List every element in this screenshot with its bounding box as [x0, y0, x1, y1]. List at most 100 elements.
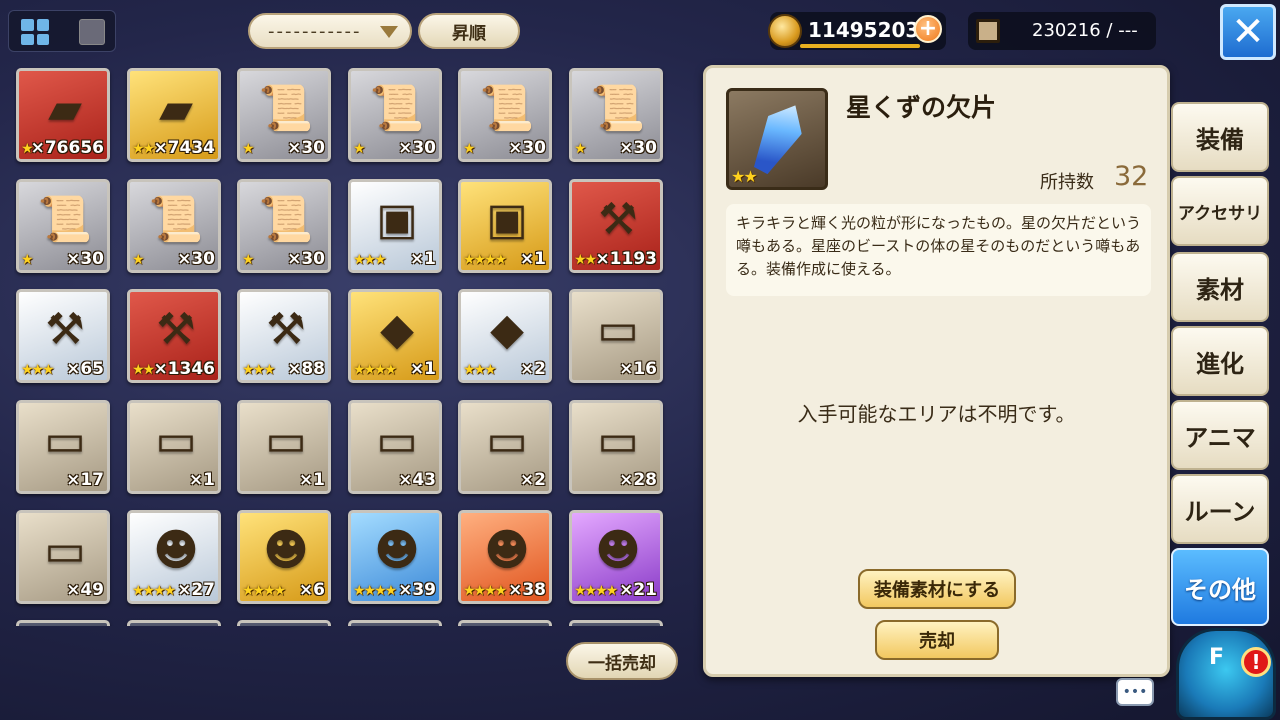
item-quantity: ×7434: [153, 138, 215, 158]
inventory-item[interactable]: ⚒ ★★★ ×65: [16, 289, 110, 383]
tab-other[interactable]: その他: [1171, 548, 1269, 626]
inventory-item[interactable]: [348, 620, 442, 626]
item-rarity-stars: ★★★★: [242, 583, 286, 599]
inventory-item[interactable]: 📜 ★ ×30: [127, 179, 221, 273]
ticket-icon: ▭: [265, 415, 307, 466]
sell-button[interactable]: 売却: [875, 620, 999, 660]
inventory-item[interactable]: 📜 ★ ×30: [569, 68, 663, 162]
inventory-item[interactable]: ▭ ×28: [569, 400, 663, 494]
assistant-mascot[interactable]: F !: [1176, 628, 1276, 720]
inventory-item[interactable]: 📜 ★ ×30: [237, 179, 331, 273]
item-rarity-stars: ★: [242, 252, 254, 268]
inventory-item[interactable]: ☻ ★★★★ ×6: [237, 510, 331, 604]
inventory-item[interactable]: ▭ ×43: [348, 400, 442, 494]
inventory-item[interactable]: ▭ ×16: [569, 289, 663, 383]
inventory-item[interactable]: ▭ ×1: [127, 400, 221, 494]
item-name: 星くずの欠片: [846, 93, 997, 122]
inventory-item[interactable]: ⚒ ★★ ×1346: [127, 289, 221, 383]
item-rarity-stars: ★: [132, 252, 144, 268]
tab-anima[interactable]: アニマ: [1171, 400, 1269, 470]
inventory-item[interactable]: 📜 ★ ×30: [237, 68, 331, 162]
inventory-item[interactable]: ▣ ★★★ ×1: [348, 179, 442, 273]
item-rarity-stars: ★★: [132, 362, 155, 378]
inventory-item[interactable]: ◆ ★★★★ ×1: [348, 289, 442, 383]
item-rarity-stars: ★★: [132, 141, 155, 157]
inventory-item[interactable]: [237, 620, 331, 626]
inventory-item[interactable]: ▰ ★★ ×7434: [127, 68, 221, 162]
inventory-item[interactable]: [458, 620, 552, 626]
inventory-item[interactable]: ☻ ★★★★ ×27: [127, 510, 221, 604]
inventory-item[interactable]: ⚒ ★★★ ×88: [237, 289, 331, 383]
tab-equipment[interactable]: 装備: [1171, 102, 1269, 172]
sort-button[interactable]: 昇順: [418, 13, 520, 49]
inventory-item[interactable]: 📜 ★ ×30: [458, 68, 552, 162]
inventory-item[interactable]: 📜 ★ ×30: [348, 68, 442, 162]
creature-head-icon: ☻: [484, 525, 530, 576]
item-quantity: ×30: [619, 138, 657, 158]
creature-head-icon: ☻: [374, 525, 420, 576]
blueprint-icon: 📜: [590, 83, 646, 134]
inventory-item[interactable]: ▰ ★ ×76656: [16, 68, 110, 162]
item-quantity: ×30: [177, 249, 215, 269]
add-gold-button[interactable]: +: [914, 15, 942, 43]
gold-value: 11495203: [808, 18, 920, 42]
inventory-item[interactable]: [16, 620, 110, 626]
red-crystal-icon: ◆: [380, 304, 414, 355]
inventory-item[interactable]: ▭ ×49: [16, 510, 110, 604]
item-quantity: ×6: [298, 580, 325, 600]
chat-icon[interactable]: •••: [1116, 678, 1154, 706]
grid-view-icon[interactable]: [21, 19, 49, 45]
close-button[interactable]: ✕: [1220, 4, 1276, 60]
tab-rune[interactable]: ルーン: [1171, 474, 1269, 544]
item-quantity: ×2: [519, 470, 546, 490]
capacity-value: 230216 / ---: [1032, 20, 1138, 41]
blueprint-icon: 📜: [37, 194, 93, 245]
inventory-item[interactable]: ▭ ×1: [237, 400, 331, 494]
list-view-icon[interactable]: [79, 19, 105, 45]
item-quantity: ×28: [619, 470, 657, 490]
blueprint-icon: 📜: [148, 194, 204, 245]
selected-item-icon: ★★: [726, 88, 828, 190]
item-quantity: ×76656: [30, 138, 104, 158]
bulk-sell-button[interactable]: 一括売却: [566, 642, 678, 680]
item-description: キラキラと輝く光の粒が形になったもの。星の欠片だという噂もある。星座のビーストの…: [726, 204, 1151, 296]
inventory-item[interactable]: 📜 ★ ×30: [16, 179, 110, 273]
item-rarity-stars: ★★★★: [132, 583, 176, 599]
inventory-item[interactable]: [569, 620, 663, 626]
creature-head-icon: ☻: [153, 525, 199, 576]
item-quantity: ×1: [298, 470, 325, 490]
inventory-item[interactable]: ▭ ×17: [16, 400, 110, 494]
inventory-item[interactable]: ☻ ★★★★ ×21: [569, 510, 663, 604]
ticket-icon: ▭: [486, 415, 528, 466]
silver-chest-icon: ▣: [376, 194, 418, 245]
inventory-item[interactable]: ◆ ★★★ ×2: [458, 289, 552, 383]
item-quantity: ×49: [66, 580, 104, 600]
item-rarity-stars: ★★★: [353, 252, 387, 268]
tab-evolution[interactable]: 進化: [1171, 326, 1269, 396]
item-quantity: ×1: [519, 249, 546, 269]
alert-icon[interactable]: !: [1241, 647, 1271, 677]
item-quantity: ×65: [66, 359, 104, 379]
inventory-item[interactable]: ▣ ★★★★ ×1: [458, 179, 552, 273]
inventory-item[interactable]: ▭ ×2: [458, 400, 552, 494]
filter-dropdown[interactable]: -----------: [248, 13, 412, 49]
ticket-icon: ▭: [44, 415, 86, 466]
use-as-equip-material-button[interactable]: 装備素材にする: [858, 569, 1016, 609]
gold-bar-icon: ▰: [48, 83, 82, 134]
red-crystal-icon: ◆: [490, 304, 524, 355]
tab-materials[interactable]: 素材: [1171, 252, 1269, 322]
mascot-label: F: [1209, 645, 1225, 670]
acquisition-area-text: 入手可能なエリアは不明です。: [797, 402, 1076, 426]
tab-accessory[interactable]: アクセサリ: [1171, 176, 1269, 246]
inventory-item[interactable]: ⚒ ★★ ×1193: [569, 179, 663, 273]
capacity-counter: 230216 / ---: [968, 12, 1156, 50]
gold-counter: 11495203 +: [768, 12, 946, 50]
item-quantity: ×1: [409, 249, 436, 269]
inventory-item[interactable]: ☻ ★★★★ ×39: [348, 510, 442, 604]
inventory-item[interactable]: [127, 620, 221, 626]
ticket-icon: ▭: [597, 304, 639, 355]
item-quantity: ×1: [188, 470, 215, 490]
item-quantity: ×21: [619, 580, 657, 600]
inventory-item[interactable]: ☻ ★★★★ ×38: [458, 510, 552, 604]
owned-value: 32: [1114, 161, 1149, 192]
